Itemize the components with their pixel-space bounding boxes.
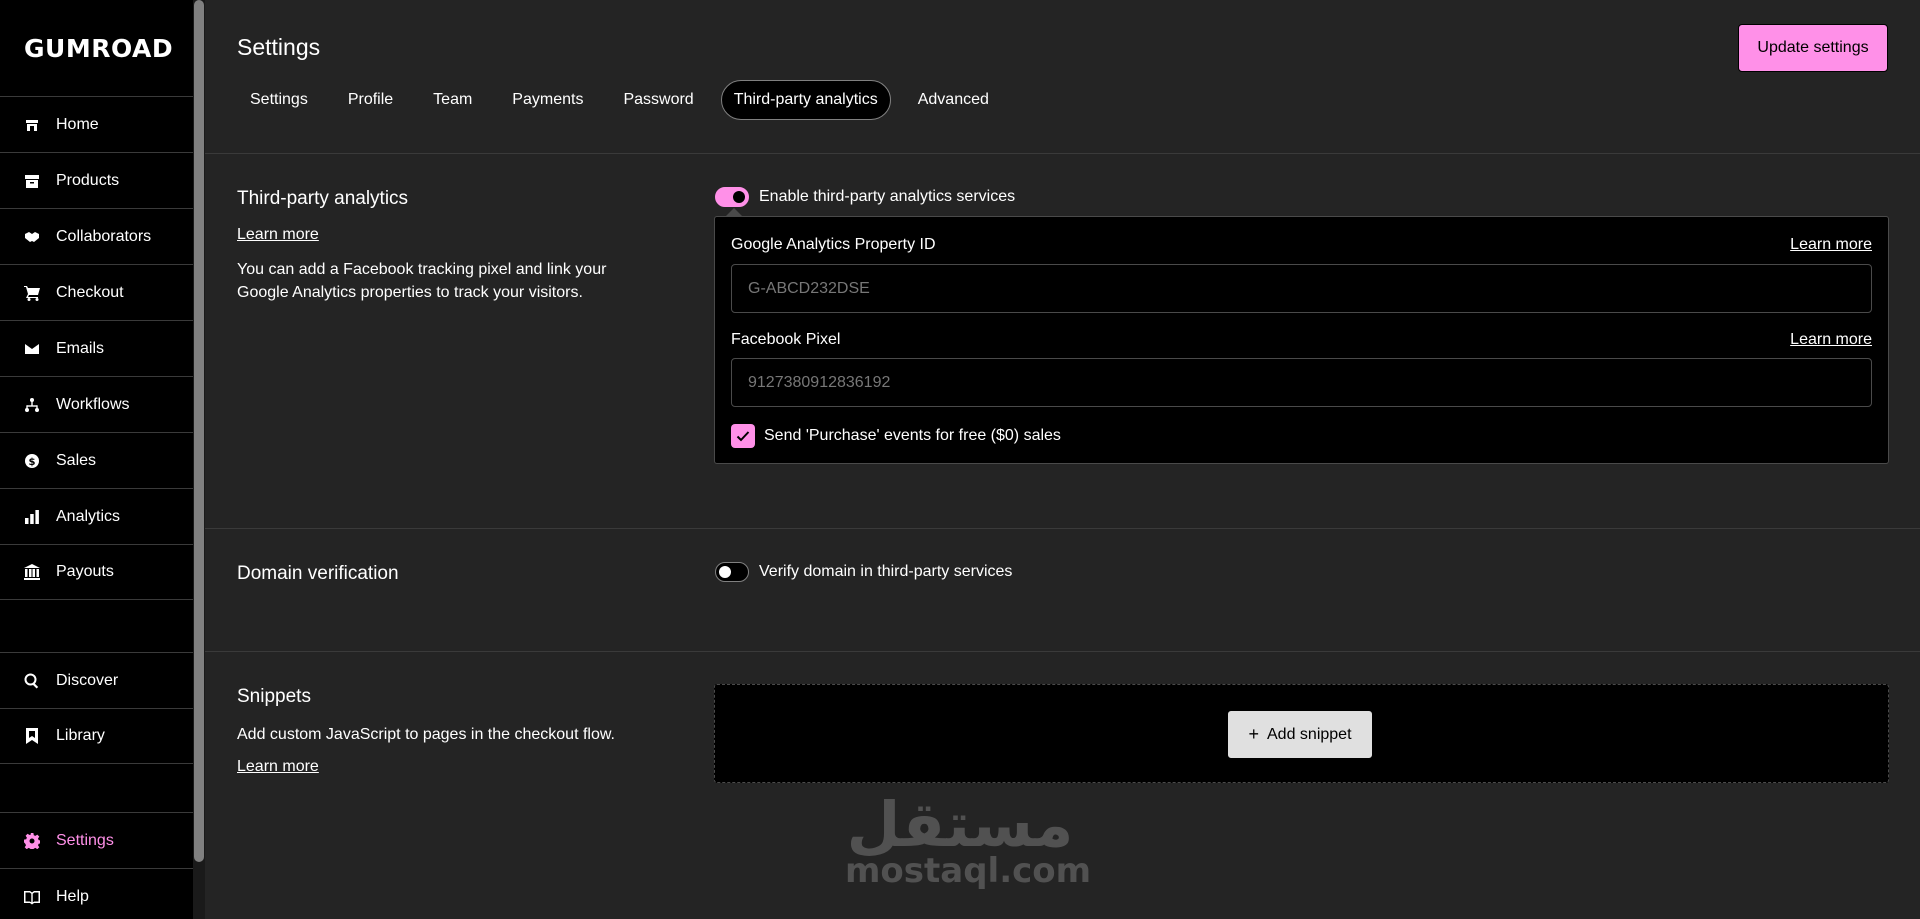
sidebar-item-products[interactable]: Products [0,152,193,208]
sidebar-item-checkout[interactable]: Checkout [0,264,193,320]
tab-team[interactable]: Team [420,80,485,120]
verify-domain-toggle-label: Verify domain in third-party services [759,563,1013,580]
sidebar-item-analytics[interactable]: Analytics [0,488,193,544]
envelope-icon [24,341,40,357]
sidebar-item-label: Payouts [56,563,114,580]
tab-profile[interactable]: Profile [335,80,406,120]
sidebar-item-emails[interactable]: Emails [0,320,193,376]
sidebar-item-settings[interactable]: Settings [0,812,193,868]
sidebar-item-sales[interactable]: $ Sales [0,432,193,488]
sidebar-item-label: Collaborators [56,227,152,245]
sidebar-item-label: Checkout [56,283,124,301]
analytics-box-notch [726,208,742,216]
workflow-icon [24,397,40,413]
sidebar-item-home[interactable]: Home [0,96,193,152]
analytics-learn-more-link[interactable]: Learn more [237,226,319,244]
page-title: Settings [237,34,321,60]
analytics-description-line: Google Analytics properties to track you… [237,284,583,301]
facebook-pixel-input[interactable] [731,358,1872,407]
sidebar-item-label: Home [56,115,99,133]
bar-chart-icon [24,509,40,525]
sidebar-item-help[interactable]: Help [0,868,193,919]
sidebar-item-label: Products [56,171,120,189]
facebook-pixel-learn-more-link[interactable]: Learn more [1790,331,1872,349]
settings-tabs: Settings Profile Team Payments Password … [237,80,1016,120]
sidebar-scrollbar-thumb[interactable] [194,0,204,862]
free-purchase-events-checkbox[interactable] [731,424,755,448]
section-divider [205,651,1920,652]
handshake-icon [24,229,40,245]
check-icon [736,431,750,442]
enable-analytics-toggle-label: Enable third-party analytics services [759,188,1016,205]
sidebar-item-collaborators[interactable]: Collaborators [0,208,193,264]
tab-settings[interactable]: Settings [237,80,321,120]
analytics-section-title: Third-party analytics [237,188,409,209]
archive-icon [24,173,40,189]
snippets-learn-more-link[interactable]: Learn more [237,758,319,776]
tab-payments[interactable]: Payments [499,80,596,120]
sidebar-item-label: Emails [56,339,105,357]
sidebar-item-payouts[interactable]: Payouts [0,544,193,600]
sidebar-item-label: Sales [56,451,97,469]
bookmark-icon [24,728,40,744]
sidebar-item-label: Analytics [56,507,121,525]
cart-icon [24,285,40,301]
book-icon [24,889,40,905]
analytics-description: You can add a Facebook tracking pixel an… [237,258,606,304]
main-content: Settings Update settings Settings Profil… [205,0,1920,919]
watermark-latin: mostaql.com [845,851,1092,891]
update-settings-button[interactable]: Update settings [1738,24,1888,72]
enable-analytics-toggle[interactable] [715,187,749,207]
sidebar: Gumroad Home Products Collaborators Chec… [0,0,193,919]
verify-domain-toggle[interactable] [715,562,749,582]
svg-text:$: $ [29,457,36,468]
sidebar-item-label: Library [56,727,105,744]
analytics-settings-panel: Google Analytics Property ID Learn more … [714,216,1889,464]
ga-learn-more-link[interactable]: Learn more [1790,236,1872,254]
sidebar-item-label: Discover [56,671,119,689]
tab-advanced[interactable]: Advanced [905,80,1002,120]
free-purchase-events-label: Send 'Purchase' events for free ($0) sal… [764,427,1061,444]
dollar-circle-icon: $ [24,453,40,469]
sidebar-item-library[interactable]: Library [0,708,193,764]
snippets-panel: + Add snippet [714,684,1889,783]
watermark-arabic: مستقل [846,788,1074,861]
tab-password[interactable]: Password [610,80,706,120]
home-icon [24,117,40,133]
analytics-description-line: You can add a Facebook tracking pixel an… [237,261,607,278]
free-purchase-events-row: Send 'Purchase' events for free ($0) sal… [731,424,1061,448]
sidebar-item-discover[interactable]: Discover [0,652,193,708]
sidebar-item-label: Help [56,887,89,905]
analytics-toggle-row: Enable third-party analytics services [715,187,1015,207]
search-icon [24,673,40,689]
add-snippet-button[interactable]: + Add snippet [1227,710,1373,759]
domain-toggle-row: Verify domain in third-party services [715,562,1012,582]
watermark: مستقل mostaql.com [845,788,1092,891]
tab-third-party-analytics[interactable]: Third-party analytics [720,80,891,120]
sidebar-item-label: Workflows [56,395,130,413]
snippets-description: Add custom JavaScript to pages in the ch… [237,726,615,743]
sidebar-item-label: Settings [56,831,114,849]
gumroad-logo[interactable]: Gumroad [24,34,173,63]
facebook-pixel-label: Facebook Pixel [731,331,841,348]
plus-icon: + [1248,724,1259,744]
bank-icon [24,564,40,580]
add-snippet-label: Add snippet [1267,725,1352,743]
section-divider [205,528,1920,529]
section-divider [205,153,1920,154]
snippets-section-title: Snippets [237,686,311,707]
ga-property-label: Google Analytics Property ID [731,236,936,253]
gear-icon [24,832,40,849]
sidebar-item-workflows[interactable]: Workflows [0,376,193,432]
domain-section-title: Domain verification [237,563,399,584]
ga-property-input[interactable] [731,264,1872,313]
